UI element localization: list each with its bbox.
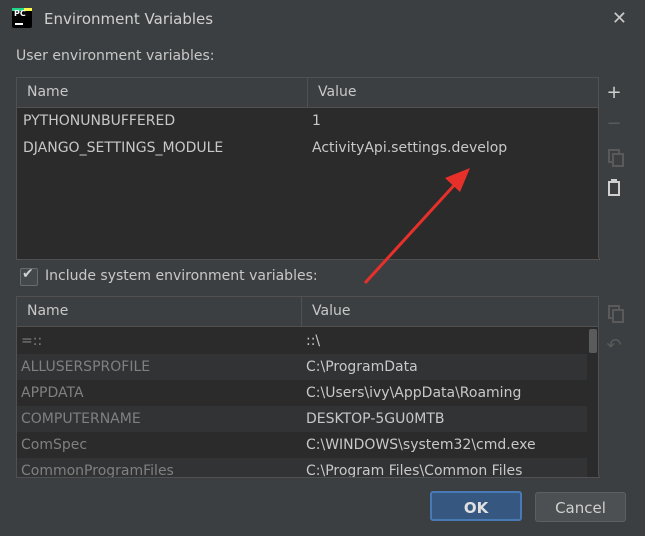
env-value[interactable]: C:\ProgramData — [306, 354, 584, 380]
undo-icon[interactable]: ↶ — [599, 335, 629, 357]
env-value[interactable]: DESKTOP-5GU0MTB — [306, 406, 584, 432]
env-name[interactable]: COMPUTERNAME — [21, 406, 297, 432]
env-name[interactable]: ComSpec — [21, 432, 297, 458]
table-row[interactable]: CommonProgramFiles C:\Program Files\Comm… — [17, 458, 599, 477]
env-value[interactable]: C:\Users\ivy\AppData\Roaming — [306, 380, 584, 406]
user-env-label: User environment variables: — [16, 48, 215, 64]
ok-button[interactable]: OK — [430, 491, 522, 521]
env-name[interactable]: =:: — [21, 328, 297, 354]
env-value[interactable]: ActivityApi.settings.develop — [312, 135, 592, 161]
env-value[interactable]: 1 — [312, 108, 592, 134]
cancel-button[interactable]: Cancel — [535, 492, 626, 522]
close-icon[interactable]: ✕ — [612, 8, 627, 29]
system-table-header: Name Value — [17, 297, 599, 327]
remove-icon[interactable]: − — [599, 113, 629, 135]
window-title: Environment Variables — [44, 10, 214, 28]
table-row[interactable]: PYTHONUNBUFFERED 1 — [17, 108, 599, 134]
add-icon[interactable]: + — [599, 82, 629, 104]
env-name[interactable]: DJANGO_SETTINGS_MODULE — [23, 135, 303, 161]
table-row[interactable]: ComSpec C:\WINDOWS\system32\cmd.exe — [17, 432, 599, 458]
env-value[interactable]: ::\ — [306, 328, 584, 354]
table-row[interactable]: COMPUTERNAME DESKTOP-5GU0MTB — [17, 406, 599, 432]
copy-icon[interactable] — [599, 147, 629, 169]
pycharm-icon: PC — [12, 8, 32, 28]
checkmark-icon: ✔ — [22, 266, 34, 282]
user-col-name[interactable]: Name — [17, 78, 307, 107]
system-col-name[interactable]: Name — [17, 297, 301, 326]
include-system-checkbox[interactable]: ✔ — [20, 266, 38, 286]
env-name[interactable]: PYTHONUNBUFFERED — [23, 108, 303, 134]
user-env-table[interactable]: Name Value PYTHONUNBUFFERED 1 DJANGO_SET… — [16, 77, 600, 260]
env-value[interactable]: C:\Program Files\Common Files — [306, 458, 584, 477]
copy-icon[interactable] — [599, 303, 629, 325]
env-name[interactable]: APPDATA — [21, 380, 297, 406]
user-env-toolbar: + − — [598, 77, 629, 258]
title-bar: PC Environment Variables ✕ — [0, 0, 645, 38]
system-col-value[interactable]: Value — [301, 297, 599, 326]
user-table-header: Name Value — [17, 78, 599, 108]
env-name[interactable]: CommonProgramFiles — [21, 458, 297, 477]
table-row[interactable]: DJANGO_SETTINGS_MODULE ActivityApi.setti… — [17, 135, 599, 161]
app-icon-text: PC — [14, 9, 26, 18]
env-name[interactable]: ALLUSERSPROFILE — [21, 354, 297, 380]
system-env-toolbar: ↶ — [598, 296, 629, 476]
table-row[interactable]: APPDATA C:\Users\ivy\AppData\Roaming — [17, 380, 599, 406]
table-row[interactable]: =:: ::\ — [17, 328, 599, 354]
include-system-label[interactable]: Include system environment variables: — [45, 268, 318, 284]
user-col-value[interactable]: Value — [307, 78, 599, 107]
env-value[interactable]: C:\WINDOWS\system32\cmd.exe — [306, 432, 584, 458]
table-row[interactable]: ALLUSERSPROFILE C:\ProgramData — [17, 354, 599, 380]
system-env-table[interactable]: Name Value =:: ::\ ALLUSERSPROFILE C:\Pr… — [16, 296, 600, 478]
scrollbar-thumb[interactable] — [589, 329, 597, 353]
paste-icon[interactable] — [599, 178, 629, 200]
